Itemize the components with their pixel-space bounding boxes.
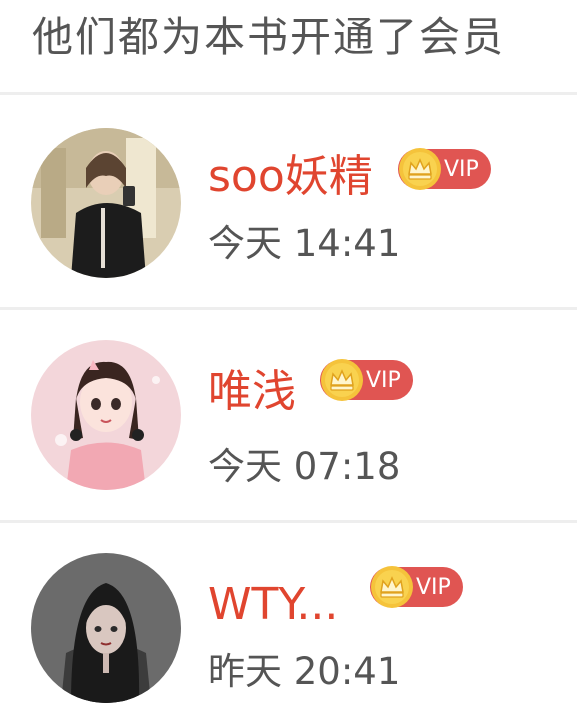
crown-coin-icon [399,148,441,190]
avatar[interactable] [31,340,181,490]
photo-avatar-icon [31,128,181,278]
avatar[interactable] [31,128,181,278]
list-item[interactable]: 唯浅 VIP 今天 07:18 [0,310,577,520]
vip-badge: VIP [370,565,463,609]
anime-girl-dark-avatar-icon [31,553,181,703]
member-name[interactable]: soo妖精 [208,155,373,199]
anime-girl-pink-avatar-icon [31,340,181,490]
crown-coin-icon [371,566,413,608]
join-time: 昨天 20:41 [208,650,401,693]
avatar[interactable] [31,553,181,703]
crown-coin-icon [321,359,363,401]
section-header: 他们都为本书开通了会员 [0,0,577,92]
member-name[interactable]: WTY... [208,583,338,627]
list-item[interactable]: soo妖精 VIP 今天 14:41 [0,95,577,307]
vip-badge: VIP [398,147,491,191]
join-time: 今天 07:18 [208,445,401,488]
vip-members-page: 他们都为本书开通了会员 soo妖精 VIP 今天 14:41 唯浅 VIP 今天… [0,0,577,710]
member-name[interactable]: 唯浅 [208,370,296,414]
join-time: 今天 14:41 [208,222,401,265]
vip-badge: VIP [320,358,413,402]
list-item[interactable]: WTY... VIP 昨天 20:41 [0,523,577,710]
page-title: 他们都为本书开通了会员 [32,12,505,61]
